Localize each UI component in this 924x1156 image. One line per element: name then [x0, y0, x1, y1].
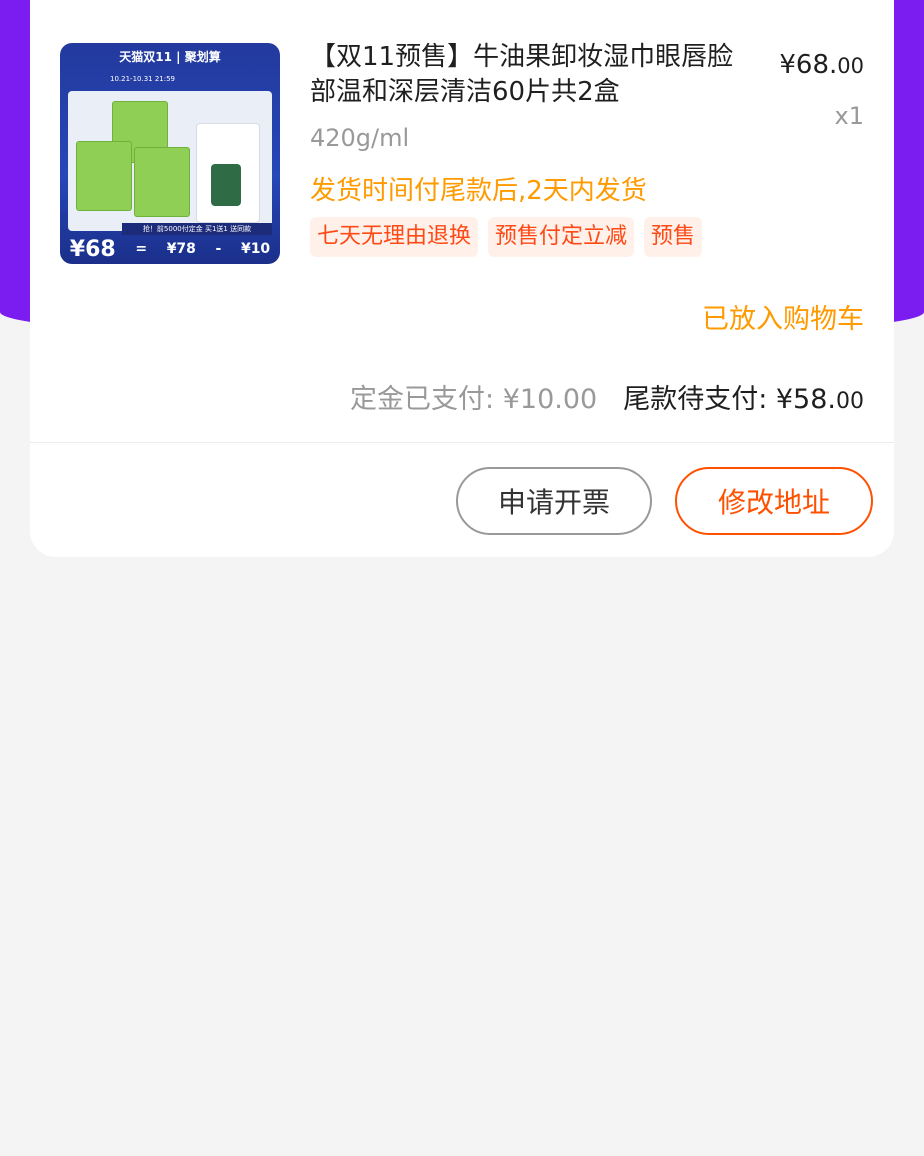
invoice-button[interactable]: 申请开票 — [456, 467, 652, 535]
image-price-big: ¥68 — [69, 236, 116, 262]
price-main: ¥68. — [779, 50, 838, 80]
image-price-row: ¥68 = ¥78 - ¥10 — [60, 234, 280, 264]
product-price: ¥68.00 — [779, 50, 864, 80]
divider — [30, 442, 894, 443]
product-image[interactable]: 天猫双11 | 聚划算 10.21-10.31 21:59 抢！前5000付定金… — [60, 43, 280, 264]
image-price-mid: ¥78 — [166, 241, 196, 257]
price-decimal: 00 — [837, 54, 864, 78]
tag-presale: 预售 — [644, 217, 703, 257]
product-box-graphic — [134, 147, 190, 217]
image-minus: - — [215, 241, 222, 257]
shipping-note: 发货时间付尾款后,2天内发货 — [310, 176, 647, 206]
tag-presale-discount: 预售付定立减 — [488, 217, 635, 257]
image-price-small: ¥10 — [240, 241, 271, 257]
product-box-graphic — [76, 141, 132, 211]
tag-return-policy: 七天无理由退换 — [310, 217, 479, 257]
product-spec: 420g/ml — [310, 124, 410, 152]
image-stage — [68, 91, 272, 231]
order-card: 天猫双11 | 聚划算 10.21-10.31 21:59 抢！前5000付定金… — [30, 0, 894, 557]
product-pouch-graphic — [196, 123, 260, 223]
balance-decimal: 00 — [836, 389, 864, 414]
image-dates: 10.21-10.31 21:59 — [110, 75, 176, 83]
product-quantity: x1 — [834, 102, 864, 130]
image-brand-bar: 天猫双11 | 聚划算 — [119, 49, 221, 64]
cart-status: 已放入购物车 — [702, 304, 864, 335]
product-title[interactable]: 【双11预售】牛油果卸妆湿巾眼唇脸部温和深层清洁60片共2盒 — [310, 40, 740, 110]
service-tags: 七天无理由退换 预售付定立减 预售 — [310, 217, 703, 257]
image-equals: = — [135, 241, 148, 257]
balance-due: 尾款待支付: ¥58. — [623, 384, 836, 415]
payment-summary: 定金已支付: ¥10.00 尾款待支付: ¥58.00 — [350, 377, 864, 416]
change-address-button[interactable]: 修改地址 — [675, 467, 873, 535]
deposit-paid: 定金已支付: ¥10.00 — [350, 384, 598, 415]
